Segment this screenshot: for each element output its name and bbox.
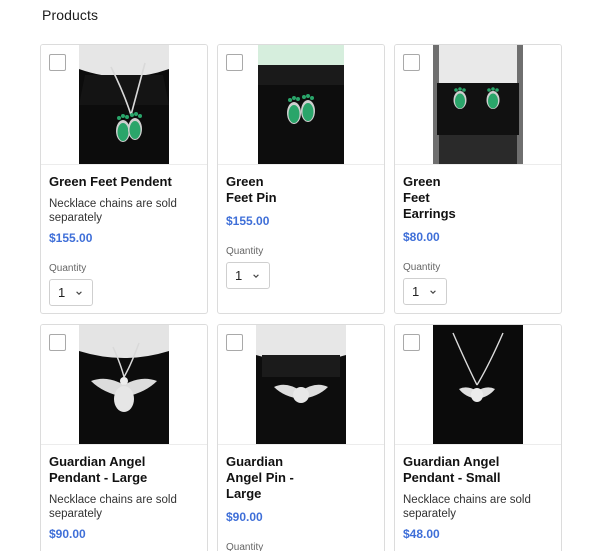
product-description: Necklace chains are sold separately	[403, 494, 531, 520]
chevron-down-icon	[253, 273, 260, 278]
product-name: Green Feet Earrings	[403, 174, 456, 221]
section-title: Products	[42, 7, 99, 23]
product-name: Guardian Angel Pendant - Large	[49, 454, 148, 485]
product-card[interactable]: Guardian Angel Pendant - Small Necklace …	[394, 324, 562, 551]
product-price: $90.00	[226, 510, 263, 524]
product-card[interactable]: Guardian Angel Pin - Large $90.00 Quanti…	[217, 324, 385, 551]
product-media	[395, 45, 561, 165]
product-price: $155.00	[49, 231, 93, 245]
product-price: $80.00	[403, 230, 440, 244]
quantity-label: Quantity	[49, 263, 87, 274]
quantity-value: 1	[235, 268, 243, 283]
select-checkbox-icon[interactable]	[226, 334, 243, 351]
select-checkbox-icon[interactable]	[403, 334, 420, 351]
quantity-value: 1	[412, 284, 420, 299]
product-media	[218, 45, 384, 165]
quantity-select[interactable]: 1	[226, 262, 270, 289]
product-media	[218, 325, 384, 445]
product-photo	[256, 325, 346, 444]
product-photo	[79, 45, 169, 164]
product-price: $90.00	[49, 527, 86, 541]
quantity-label: Quantity	[226, 542, 264, 551]
product-photo	[258, 45, 344, 164]
product-photo	[433, 45, 523, 164]
product-name: Guardian Angel Pendant - Small	[403, 454, 501, 485]
product-description: Necklace chains are sold separately	[49, 198, 177, 224]
product-name: Green Feet Pendent	[49, 174, 172, 189]
select-checkbox-icon[interactable]	[226, 54, 243, 71]
product-card[interactable]: Guardian Angel Pendant - Large Necklace …	[40, 324, 208, 551]
product-card[interactable]: Green Feet Earrings $80.00 Quantity 1	[394, 44, 562, 314]
product-name: Guardian Angel Pin - Large	[226, 454, 294, 501]
product-name: Green Feet Pin	[226, 174, 277, 205]
quantity-select[interactable]: 1	[49, 279, 93, 306]
product-card[interactable]: Green Feet Pendent Necklace chains are s…	[40, 44, 208, 314]
product-card[interactable]: Green Feet Pin $155.00 Quantity 1	[217, 44, 385, 314]
product-description: Necklace chains are sold separately	[49, 494, 177, 520]
chevron-down-icon	[76, 290, 83, 295]
product-price: $48.00	[403, 527, 440, 541]
chevron-down-icon	[430, 289, 437, 294]
product-photo	[433, 325, 523, 444]
product-media	[395, 325, 561, 445]
select-checkbox-icon[interactable]	[403, 54, 420, 71]
product-media	[41, 325, 207, 445]
product-media	[41, 45, 207, 165]
quantity-value: 1	[58, 285, 66, 300]
select-checkbox-icon[interactable]	[49, 54, 66, 71]
product-photo	[79, 325, 169, 444]
quantity-label: Quantity	[403, 262, 441, 273]
quantity-label: Quantity	[226, 246, 264, 257]
product-price: $155.00	[226, 214, 270, 228]
select-checkbox-icon[interactable]	[49, 334, 66, 351]
quantity-select[interactable]: 1	[403, 278, 447, 305]
